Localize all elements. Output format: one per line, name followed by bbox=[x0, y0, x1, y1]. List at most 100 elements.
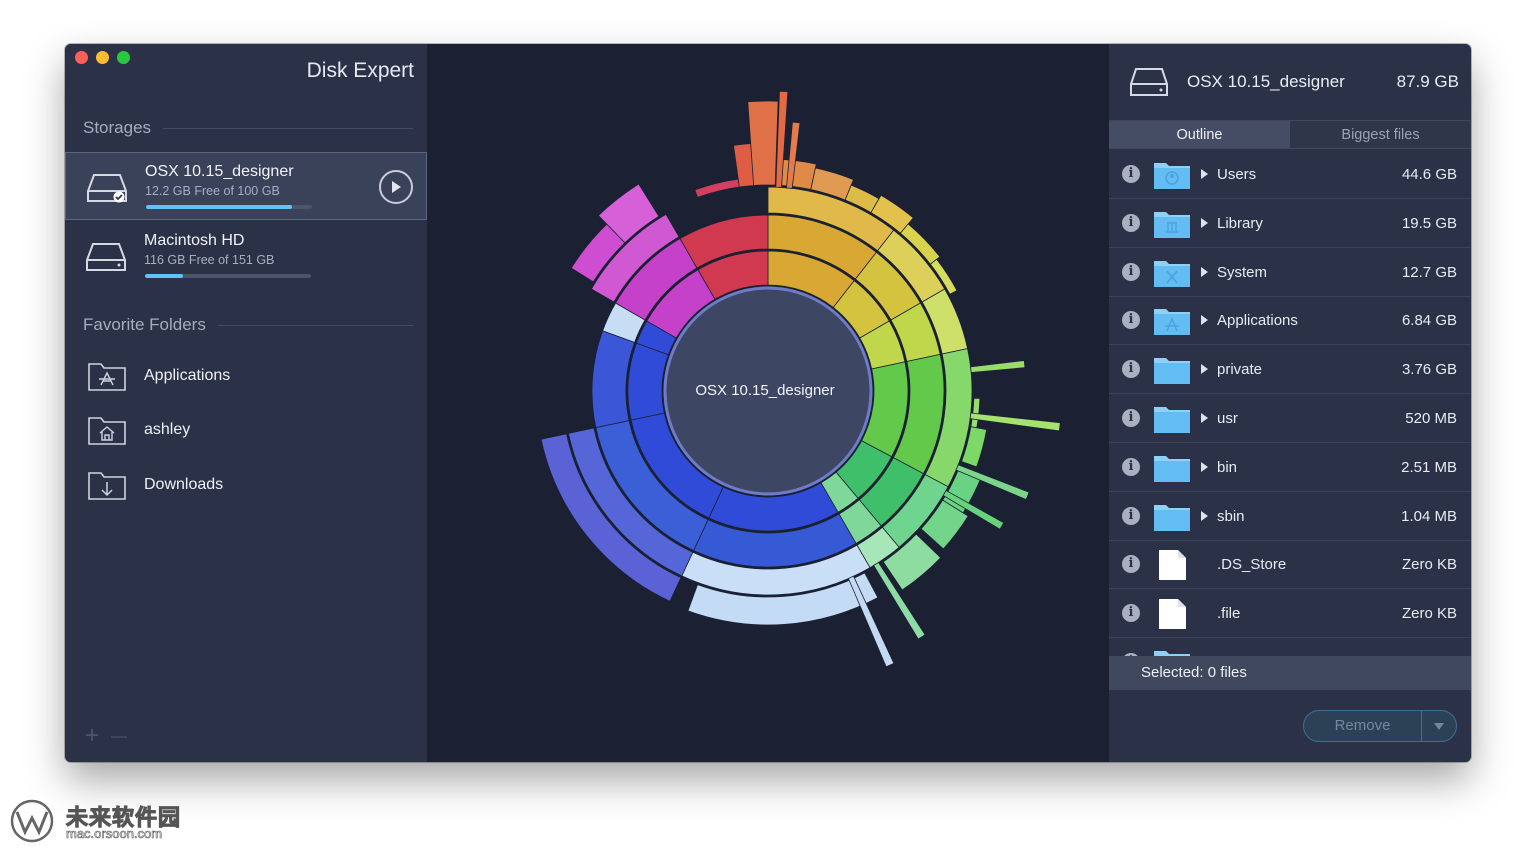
sunburst-ring1-segment[interactable] bbox=[627, 342, 669, 421]
disclosure-triangle-icon[interactable] bbox=[1201, 169, 1208, 179]
row-size: 6.84 GB bbox=[1401, 312, 1457, 330]
add-favorite-button[interactable]: + bbox=[85, 722, 99, 752]
storage-usage-bar bbox=[145, 274, 311, 278]
folder-icon bbox=[1154, 455, 1190, 482]
outline-row[interactable]: i .file Zero KB bbox=[1109, 589, 1471, 639]
sunburst-chart[interactable] bbox=[427, 44, 1109, 762]
disk-header: OSX 10.15_designer 87.9 GB bbox=[1109, 44, 1471, 120]
storage-name: OSX 10.15_designer bbox=[145, 163, 294, 180]
hard-drive-icon bbox=[87, 174, 127, 203]
storage-item-osx[interactable]: OSX 10.15_designer 12.2 GB Free of 100 G… bbox=[65, 152, 427, 220]
row-size: 3.76 GB bbox=[1401, 361, 1457, 379]
info-icon[interactable]: i bbox=[1122, 165, 1140, 183]
outline-row[interactable]: i usr 520 MB bbox=[1109, 394, 1471, 443]
disclosure-triangle-icon[interactable] bbox=[1201, 217, 1208, 228]
remove-favorite-button[interactable]: — bbox=[111, 722, 127, 752]
info-icon[interactable]: i bbox=[1122, 604, 1140, 623]
file-icon bbox=[1159, 599, 1186, 630]
outline-row[interactable]: i sbin 1.04 MB bbox=[1109, 492, 1471, 541]
row-name: Applications bbox=[1217, 312, 1298, 330]
outline-row[interactable]: i Applications 6.84 GB bbox=[1109, 296, 1471, 346]
info-icon[interactable]: i bbox=[1122, 262, 1140, 281]
sunburst-spike[interactable] bbox=[970, 360, 1026, 373]
info-icon[interactable]: i bbox=[1122, 457, 1140, 476]
tab-outline[interactable]: Outline bbox=[1109, 121, 1290, 148]
minimize-window-button[interactable] bbox=[96, 51, 109, 64]
divider bbox=[163, 127, 413, 129]
outline-row[interactable]: i Users 44.6 GB bbox=[1109, 150, 1471, 199]
disclosure-triangle-icon[interactable] bbox=[1201, 413, 1208, 423]
folder-icon bbox=[1154, 651, 1190, 656]
applications-folder-icon bbox=[1154, 309, 1190, 336]
watermark-logo-icon bbox=[10, 799, 54, 843]
row-name: Users bbox=[1217, 166, 1257, 183]
app-window: Disk Expert Storages OSX 10.15_designer … bbox=[65, 44, 1471, 762]
users-folder-icon bbox=[1154, 163, 1190, 189]
scan-play-button[interactable] bbox=[379, 170, 413, 204]
view-tabs: Outline Biggest files bbox=[1109, 120, 1471, 149]
info-icon[interactable]: i bbox=[1122, 213, 1140, 232]
close-window-button[interactable] bbox=[75, 51, 88, 64]
disclosure-triangle-icon[interactable] bbox=[1201, 315, 1208, 326]
info-icon[interactable]: i bbox=[1122, 555, 1140, 574]
sunburst-center-label[interactable]: OSX 10.15_designer bbox=[665, 382, 865, 399]
remove-options-dropdown[interactable] bbox=[1422, 711, 1456, 741]
row-size: Zero KB bbox=[1401, 605, 1457, 623]
disclosure-triangle-icon[interactable] bbox=[1201, 461, 1208, 472]
info-icon[interactable]: i bbox=[1122, 360, 1140, 379]
row-size: 520 MB bbox=[1405, 410, 1457, 427]
selection-status: Selected: 0 files bbox=[1141, 664, 1247, 681]
window-controls bbox=[75, 51, 130, 64]
row-size: 1.04 MB bbox=[1401, 507, 1457, 525]
selection-status-bar: Selected: 0 files bbox=[1109, 656, 1471, 690]
row-name: .file bbox=[1217, 605, 1241, 623]
info-icon[interactable]: i bbox=[1122, 311, 1140, 330]
details-panel: OSX 10.15_designer 87.9 GB Outline Bigge… bbox=[1109, 44, 1471, 762]
remove-button[interactable]: Remove bbox=[1304, 711, 1422, 741]
favorite-item-ashley[interactable]: ashley bbox=[65, 410, 427, 454]
folder-icon bbox=[1154, 504, 1190, 531]
disclosure-triangle-icon[interactable] bbox=[1201, 510, 1208, 521]
sunburst-spike[interactable] bbox=[969, 412, 1061, 432]
favorites-heading-label: Favorite Folders bbox=[83, 315, 206, 334]
sidebar-bottom-bar: + — bbox=[85, 722, 127, 752]
applications-folder-icon bbox=[88, 363, 126, 391]
favorite-label: ashley bbox=[144, 421, 191, 438]
system-folder-icon bbox=[1154, 260, 1190, 287]
outline-row-partial[interactable]: i bbox=[1109, 638, 1471, 656]
row-name: System bbox=[1217, 263, 1268, 281]
row-size: 19.5 GB bbox=[1401, 214, 1457, 232]
sidebar: Disk Expert Storages OSX 10.15_designer … bbox=[65, 44, 427, 762]
info-icon[interactable]: i bbox=[1122, 506, 1140, 525]
outline-row[interactable]: i Library 19.5 GB bbox=[1109, 199, 1471, 248]
sunburst-outer-segment[interactable] bbox=[694, 178, 740, 198]
storage-usage-fill bbox=[145, 274, 184, 278]
outline-row[interactable]: i System 12.7 GB bbox=[1109, 248, 1471, 297]
row-size: 44.6 GB bbox=[1401, 166, 1457, 183]
storage-name: Macintosh HD bbox=[144, 232, 245, 249]
favorites-heading: Favorite Folders bbox=[83, 315, 413, 335]
app-title: Disk Expert bbox=[306, 59, 414, 82]
zoom-window-button[interactable] bbox=[117, 51, 130, 64]
storage-usage-bar bbox=[146, 205, 312, 209]
outline-row[interactable]: i private 3.76 GB bbox=[1109, 345, 1471, 395]
file-icon bbox=[1159, 550, 1186, 581]
outline-list[interactable]: i Users 44.6 GB i Library 19.5 GB i System 12.7 … bbox=[1109, 150, 1471, 656]
hard-drive-icon bbox=[86, 243, 126, 271]
folder-icon bbox=[1154, 407, 1190, 433]
folder-icon bbox=[1154, 358, 1190, 385]
disclosure-triangle-icon[interactable] bbox=[1201, 364, 1208, 375]
outline-row[interactable]: i .DS_Store Zero KB bbox=[1109, 540, 1471, 590]
watermark: 未来软件园 mac.orsoon.com bbox=[8, 796, 218, 846]
sunburst-chart-area: OSX 10.15_designer bbox=[427, 44, 1109, 762]
library-folder-icon bbox=[1154, 211, 1190, 238]
tab-biggest-files[interactable]: Biggest files bbox=[1290, 121, 1471, 148]
storage-item-macintosh-hd[interactable]: Macintosh HD 116 GB Free of 151 GB bbox=[65, 222, 427, 290]
info-icon[interactable]: i bbox=[1122, 409, 1140, 427]
favorite-item-downloads[interactable]: Downloads bbox=[65, 465, 427, 509]
favorite-item-applications[interactable]: Applications bbox=[65, 356, 427, 400]
row-size: 12.7 GB bbox=[1401, 263, 1457, 281]
row-name: bin bbox=[1217, 458, 1238, 476]
outline-row[interactable]: i bin 2.51 MB bbox=[1109, 443, 1471, 492]
disclosure-triangle-icon[interactable] bbox=[1201, 266, 1208, 277]
